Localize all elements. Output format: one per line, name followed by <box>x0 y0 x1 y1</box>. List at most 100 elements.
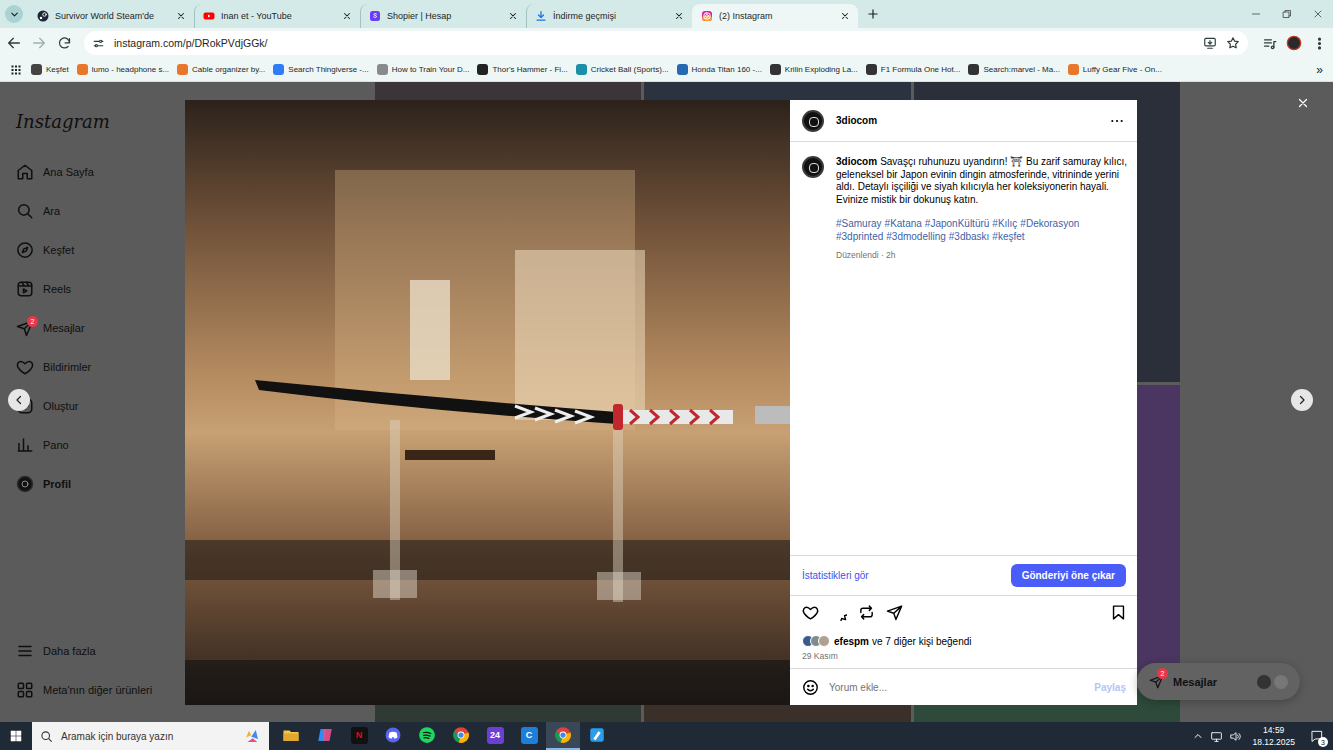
apps-button[interactable] <box>6 60 26 80</box>
taskbar-app[interactable]: N <box>342 722 376 750</box>
bookmark[interactable]: Search:marvel - Ma... <box>965 64 1062 75</box>
bookmark[interactable]: Thor's Hammer - Fi... <box>474 64 570 75</box>
close-tab-icon[interactable] <box>840 11 850 21</box>
instagram-logo[interactable]: Instagram <box>16 108 190 134</box>
more-bookmarks-button[interactable]: » <box>1312 63 1327 77</box>
hashtag[interactable]: #keşfet <box>992 231 1024 244</box>
minimize-button[interactable] <box>1240 0 1271 28</box>
caption-avatar[interactable] <box>802 156 824 178</box>
browser-tab[interactable]: Inan et - YouTube <box>194 4 360 28</box>
hashtag[interactable]: #Katana <box>885 218 922 231</box>
more-options-icon[interactable] <box>1109 113 1125 129</box>
comment-icon[interactable] <box>830 604 847 621</box>
chevron-up-icon[interactable] <box>1192 730 1204 742</box>
hashtag[interactable]: #3dprinted <box>836 231 883 244</box>
sidebar-item[interactable]: Ara <box>16 191 190 230</box>
caption-author[interactable]: 3diocom <box>836 156 877 167</box>
address-bar[interactable]: instagram.com/p/DRokPVdjGGk/ <box>84 31 1248 55</box>
close-window-button[interactable] <box>1302 0 1333 28</box>
sidebar-item[interactable]: Bildirimler <box>16 347 190 386</box>
bookmark-icon[interactable] <box>1110 604 1127 621</box>
sidebar-item[interactable]: Reels <box>16 269 190 308</box>
taskbar-search[interactable]: Aramak için buraya yazın <box>32 722 269 750</box>
toolbar: instagram.com/p/DRokPVdjGGk/ <box>0 28 1333 58</box>
close-tab-icon[interactable] <box>674 11 684 21</box>
profile-button[interactable] <box>1284 33 1304 53</box>
taskbar-app[interactable] <box>410 722 444 750</box>
bookmark[interactable]: Cable organizer by... <box>174 64 268 75</box>
comment-input[interactable] <box>829 682 1084 693</box>
media-button[interactable] <box>1259 33 1279 53</box>
taskbar-app[interactable]: 24 <box>478 722 512 750</box>
close-tab-icon[interactable] <box>176 11 186 21</box>
bookmark[interactable]: lumo - headphone s... <box>74 64 172 75</box>
bookmark[interactable]: Cricket Ball (Sports)... <box>573 64 672 75</box>
author-name[interactable]: 3diocom <box>836 115 1097 126</box>
heart-icon[interactable] <box>802 604 819 621</box>
bookmark[interactable]: Luffy Gear Five - On... <box>1065 64 1165 75</box>
hashtag[interactable]: #JaponKültürü <box>925 218 990 231</box>
boost-button[interactable]: Gönderiyi öne çıkar <box>1011 564 1126 587</box>
close-tab-icon[interactable] <box>342 11 352 21</box>
bookmark[interactable]: Keşfet <box>28 64 72 75</box>
next-post-button[interactable] <box>1291 389 1313 411</box>
repost-icon[interactable] <box>858 604 875 621</box>
browser-tab[interactable]: (2) Instagram <box>692 4 858 28</box>
taskbar-app[interactable] <box>580 722 614 750</box>
reload-button[interactable] <box>54 33 74 53</box>
notification-button[interactable]: 3 <box>1305 722 1329 750</box>
speaker-icon[interactable] <box>1229 730 1242 743</box>
bookmark[interactable]: Honda Titan 160 -... <box>674 64 765 75</box>
close-tab-icon[interactable] <box>508 11 518 21</box>
emoji-icon[interactable] <box>802 679 819 696</box>
start-button[interactable] <box>0 722 32 750</box>
taskbar-app[interactable] <box>376 722 410 750</box>
insights-link[interactable]: İstatistikleri gör <box>802 570 869 581</box>
sidebar-item[interactable]: Mesajlar2 <box>16 308 190 347</box>
author-avatar[interactable] <box>802 110 824 132</box>
monitor-icon[interactable] <box>1210 730 1223 743</box>
forward-button[interactable] <box>29 33 49 53</box>
tab-search-button[interactable] <box>5 5 23 23</box>
browser-tab[interactable]: İndirme geçmişi <box>526 4 692 28</box>
sidebar-item[interactable]: Pano <box>16 425 190 464</box>
taskbar-app[interactable] <box>444 722 478 750</box>
bookmark[interactable]: Krilin Exploding La... <box>767 64 861 75</box>
sidebar-item[interactable]: Oluştur <box>16 386 190 425</box>
hashtag[interactable]: #3dmodelling <box>886 231 946 244</box>
menu-button[interactable] <box>1309 33 1329 53</box>
sidebar-item[interactable]: Meta'nın diğer ürünleri <box>16 670 190 709</box>
url-text[interactable]: instagram.com/p/DRokPVdjGGk/ <box>114 37 267 49</box>
sidebar-item[interactable]: Keşfet <box>16 230 190 269</box>
hashtag[interactable]: #Kılıç <box>992 218 1017 231</box>
browser-tab[interactable]: Survivor World Steam'de <box>28 4 194 28</box>
post-comment-button[interactable]: Paylaş <box>1094 682 1126 693</box>
bookmark[interactable]: How to Train Your D... <box>374 64 473 75</box>
meta-icon <box>16 681 34 699</box>
browser-tab[interactable]: Shopier | Hesap <box>360 4 526 28</box>
bookmark[interactable]: F1 Formula One Hot... <box>863 64 964 75</box>
likes-summary[interactable]: efespmve 7 diğer kişi beğendi <box>802 633 1125 649</box>
previous-post-button[interactable] <box>8 389 30 411</box>
messages-pill[interactable]: 2Mesajlar <box>1137 663 1300 700</box>
taskbar-app[interactable]: C <box>512 722 546 750</box>
restore-button[interactable] <box>1271 0 1302 28</box>
clock[interactable]: 14:5918.12.2025 <box>1248 724 1299 748</box>
new-tab-button[interactable] <box>866 7 880 21</box>
hashtag[interactable]: #Dekorasyon <box>1020 218 1079 231</box>
taskbar-app[interactable] <box>546 722 580 750</box>
taskbar-app[interactable] <box>274 722 308 750</box>
star-icon[interactable] <box>1226 36 1240 50</box>
youtube-favicon-icon <box>203 10 215 22</box>
sidebar-item[interactable]: Daha fazla <box>16 631 190 670</box>
bookmark[interactable]: Search Thingiverse -... <box>270 64 371 75</box>
back-button[interactable] <box>4 33 24 53</box>
sidebar-item[interactable]: Ana Sayfa <box>16 152 190 191</box>
share-icon[interactable] <box>886 604 903 621</box>
hashtag[interactable]: #3dbaskı <box>949 231 990 244</box>
taskbar-app[interactable] <box>308 722 342 750</box>
close-modal-button[interactable] <box>1296 96 1310 110</box>
hashtag[interactable]: #Samuray <box>836 218 882 231</box>
install-app-icon[interactable] <box>1203 36 1217 50</box>
sidebar-item[interactable]: Profil <box>16 464 190 503</box>
